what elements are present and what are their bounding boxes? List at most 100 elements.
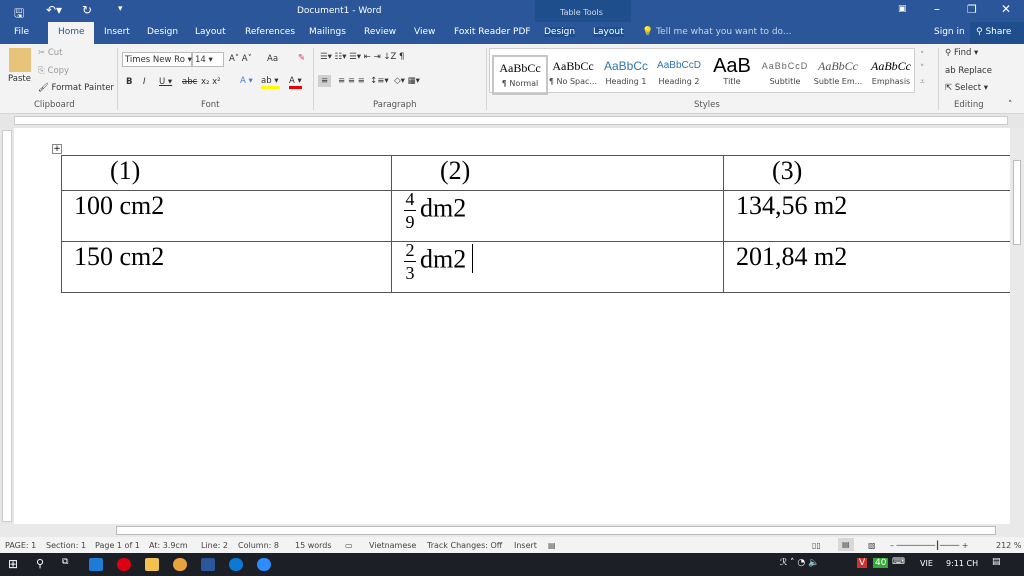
print-layout-icon[interactable]: ▤ xyxy=(838,538,854,551)
keyboard-icon[interactable]: ⌨ xyxy=(892,557,905,567)
tray-icons[interactable]: ℛ ˄ ◔ 🔈 xyxy=(780,558,819,568)
read-mode-icon[interactable]: ▯▯ xyxy=(812,541,821,550)
paste-button[interactable]: Paste xyxy=(8,74,31,84)
web-layout-icon[interactable]: ▧ xyxy=(868,541,876,550)
zoom-app-icon[interactable] xyxy=(257,558,271,571)
vertical-scrollbar[interactable] xyxy=(1010,128,1024,524)
style-heading-2[interactable]: AaBbCcD Heading 2 xyxy=(651,55,707,95)
battery-badge[interactable]: 40 xyxy=(873,558,889,568)
ribbon-display-icon[interactable]: ▣ xyxy=(898,4,907,14)
zalo-icon[interactable] xyxy=(229,558,243,571)
sign-in-link[interactable]: Sign in xyxy=(934,27,965,37)
quick-access-dropdown-icon[interactable]: ▾ xyxy=(118,4,123,14)
underline-button[interactable]: U ▾ xyxy=(159,77,172,87)
redo-icon[interactable]: ↻ xyxy=(82,3,92,17)
ruler-bar[interactable] xyxy=(14,116,1008,125)
style-subtitle[interactable]: AaBbCcD Subtitle xyxy=(757,55,813,95)
tab-table-layout[interactable]: Layout xyxy=(593,27,624,37)
style-subtle-emphasis[interactable]: AaBbCc Subtle Em... xyxy=(810,55,866,95)
minimize-icon[interactable]: – xyxy=(934,2,940,16)
font-grow-shrink-icons[interactable]: A˄ A˅ xyxy=(229,54,252,64)
copy-button[interactable]: ⎘ Copy xyxy=(38,66,69,76)
align-left-button[interactable]: ≡ xyxy=(318,75,332,87)
macro-icon[interactable]: ▤ xyxy=(548,541,556,550)
status-at[interactable]: At: 3.9cm xyxy=(149,541,188,550)
table-cell[interactable]: 134,56 m2 xyxy=(723,190,1024,242)
paste-icon[interactable] xyxy=(9,48,31,72)
status-section[interactable]: Section: 1 xyxy=(46,541,86,550)
table-cell[interactable]: 4 9 dm2 xyxy=(391,190,724,242)
task-view-icon[interactable]: ⧉ xyxy=(62,557,68,567)
notifications-icon[interactable]: ▤ xyxy=(992,557,1001,567)
clock[interactable]: 9:11 CH xyxy=(946,559,978,568)
subscript-superscript-buttons[interactable]: x₂ x² xyxy=(201,77,221,87)
bold-button[interactable]: B xyxy=(126,77,132,87)
zoom-slider[interactable]: – ────────┃──── + xyxy=(890,541,968,550)
style-title[interactable]: AaB Title xyxy=(704,55,760,95)
table-cell[interactable]: (1) xyxy=(61,155,392,191)
table-cell[interactable]: 201,84 m2 xyxy=(723,241,1024,293)
list-buttons[interactable]: ☰▾ ☷▾ ☰▾ ⇤ ⇥ ↓Z ¶ xyxy=(320,52,404,62)
status-words[interactable]: 15 words xyxy=(295,541,332,550)
windows-start-icon[interactable]: ⊞ xyxy=(8,557,18,571)
replace-button[interactable]: ab Replace xyxy=(945,66,992,76)
status-language[interactable]: Vietnamese xyxy=(369,541,416,550)
edge-icon[interactable] xyxy=(89,558,103,571)
close-icon[interactable]: ✕ xyxy=(1001,2,1011,16)
table-cell[interactable]: 100 cm2 xyxy=(61,190,392,242)
highlight-button[interactable]: ab ▾ xyxy=(261,76,279,89)
change-case-button[interactable]: Aa xyxy=(267,54,278,64)
tab-insert[interactable]: Insert xyxy=(104,27,130,37)
cut-button[interactable]: ✂ Cut xyxy=(38,48,62,58)
tab-design[interactable]: Design xyxy=(147,27,178,37)
font-name-select[interactable]: Times New Ro ▾ xyxy=(122,52,192,67)
status-page-of[interactable]: Page 1 of 1 xyxy=(95,541,140,550)
status-line[interactable]: Line: 2 xyxy=(201,541,228,550)
select-button[interactable]: ⇱ Select ▾ xyxy=(945,83,988,93)
tab-file[interactable]: File xyxy=(14,27,29,37)
scroll-thumb[interactable] xyxy=(1013,160,1021,245)
table-cell[interactable]: (3) xyxy=(723,155,1024,191)
restore-icon[interactable]: ❐ xyxy=(967,3,977,16)
tab-mailings[interactable]: Mailings xyxy=(309,27,346,37)
find-button[interactable]: ⚲ Find ▾ xyxy=(945,48,978,58)
tab-layout[interactable]: Layout xyxy=(195,27,226,37)
tab-home[interactable]: Home xyxy=(48,22,94,44)
vertical-ruler[interactable] xyxy=(2,130,12,522)
styles-scroll-buttons[interactable]: ˄ ˅ ⩡ xyxy=(920,50,925,89)
status-page[interactable]: PAGE: 1 xyxy=(5,541,36,550)
clear-formatting-icon[interactable]: ✎ xyxy=(298,53,305,63)
style-no-spacing[interactable]: AaBbCc ¶ No Spac... xyxy=(545,55,601,95)
font-size-select[interactable]: 14 ▾ xyxy=(192,52,224,67)
text-effects-button[interactable]: A ▾ xyxy=(240,76,253,86)
input-language[interactable]: VIE xyxy=(920,559,933,568)
style-normal[interactable]: AaBbCc ¶ Normal xyxy=(492,55,548,95)
style-heading-1[interactable]: AaBbCc Heading 1 xyxy=(598,55,654,95)
search-icon[interactable]: ⚲ xyxy=(36,557,44,570)
horizontal-scrollbar[interactable] xyxy=(0,524,1024,537)
scroll-thumb[interactable] xyxy=(116,526,996,535)
strikethrough-button[interactable]: abc xyxy=(182,77,197,87)
format-painter-button[interactable]: 🖌 Format Painter xyxy=(38,83,114,93)
undo-icon[interactable]: ↶▾ xyxy=(46,3,62,17)
share-button[interactable]: ⚲ Share xyxy=(970,22,1024,44)
status-column[interactable]: Column: 8 xyxy=(238,541,279,550)
file-explorer-icon[interactable] xyxy=(145,558,159,571)
opera-icon[interactable] xyxy=(117,558,131,571)
table-cell[interactable]: 150 cm2 xyxy=(61,241,392,293)
proofing-icon[interactable]: ▭ xyxy=(345,541,353,550)
tab-review[interactable]: Review xyxy=(364,27,396,37)
font-color-button[interactable]: A ▾ xyxy=(289,76,302,89)
word-icon[interactable] xyxy=(201,558,215,571)
vietkey-icon[interactable]: V xyxy=(857,558,868,568)
zoom-level[interactable]: 212 % xyxy=(996,541,1021,550)
status-insert-mode[interactable]: Insert xyxy=(514,541,537,550)
tab-view[interactable]: View xyxy=(414,27,435,37)
tab-foxit[interactable]: Foxit Reader PDF xyxy=(454,27,531,37)
chrome-icon[interactable] xyxy=(173,558,187,571)
table-move-handle-icon[interactable]: + xyxy=(52,144,62,154)
style-emphasis[interactable]: AaBbCc Emphasis xyxy=(863,55,919,95)
collapse-ribbon-icon[interactable]: ˄ xyxy=(1008,100,1012,110)
tab-table-design[interactable]: Design xyxy=(544,27,576,37)
status-track-changes[interactable]: Track Changes: Off xyxy=(427,541,502,550)
